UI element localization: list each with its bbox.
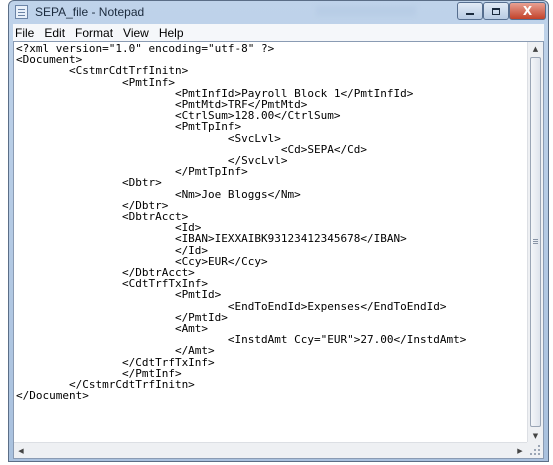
resize-grip-icon[interactable] <box>527 442 543 458</box>
scroll-right-icon[interactable]: ▶ <box>513 443 527 458</box>
close-button[interactable]: X <box>509 2 546 20</box>
scroll-up-icon[interactable]: ▲ <box>528 42 543 56</box>
text-editor[interactable]: <?xml version="1.0" encoding="utf-8" ?> … <box>13 41 544 459</box>
scroll-down-icon[interactable]: ▼ <box>528 429 543 443</box>
scroll-left-icon[interactable]: ◀ <box>14 443 28 458</box>
menu-format[interactable]: Format <box>70 26 118 40</box>
window-title: SEPA_file - Notepad <box>35 5 145 19</box>
grip-icon <box>533 239 538 240</box>
close-icon: X <box>522 4 533 18</box>
notepad-icon <box>15 5 28 19</box>
menu-edit[interactable]: Edit <box>39 26 70 40</box>
minimize-button[interactable] <box>457 2 483 20</box>
vertical-scrollbar[interactable]: ▲ ▼ <box>527 42 543 443</box>
horizontal-scrollbar[interactable]: ◀ ▶ <box>14 442 527 458</box>
maximize-button[interactable] <box>483 2 509 20</box>
minimize-icon <box>466 13 474 15</box>
code-line: </Document> <box>16 389 89 403</box>
menu-help[interactable]: Help <box>154 26 189 40</box>
notepad-window: SEPA_file - Notepad X File Edit Format V… <box>8 0 549 462</box>
background-window-title-blur <box>316 6 416 16</box>
menu-file[interactable]: File <box>13 26 39 40</box>
menu-bar: File Edit Format View Help <box>13 24 544 41</box>
vertical-scroll-thumb[interactable] <box>530 57 541 427</box>
title-bar[interactable]: SEPA_file - Notepad X <box>9 1 548 23</box>
document-text[interactable]: <?xml version="1.0" encoding="utf-8" ?> … <box>16 43 466 402</box>
maximize-icon <box>492 7 500 15</box>
menu-view[interactable]: View <box>118 26 154 40</box>
